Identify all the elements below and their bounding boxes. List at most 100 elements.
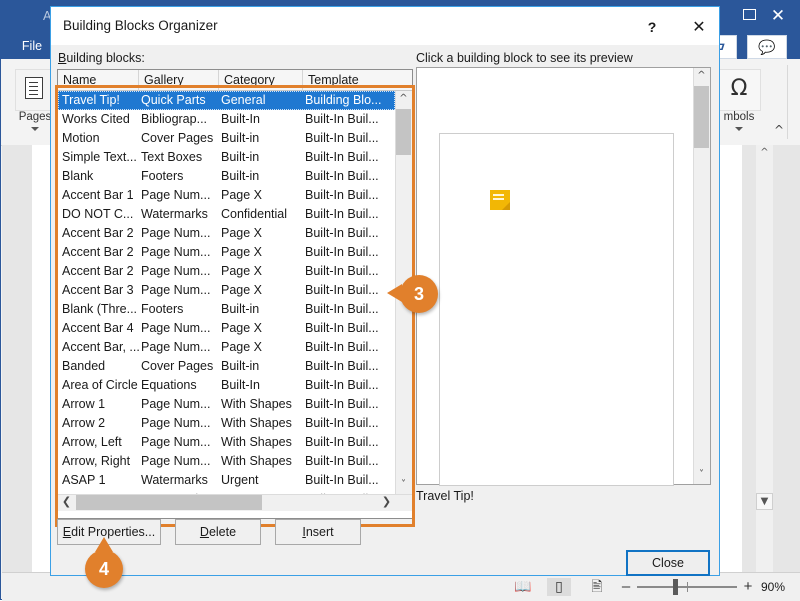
table-row[interactable]: DO NOT C... Watermarks Confidential Built-I…	[58, 205, 395, 224]
column-header-category[interactable]: Category	[219, 70, 303, 91]
zoom-in-button[interactable]: +	[741, 579, 755, 595]
table-row[interactable]: Arrow 2 Page Num... With Shapes Built-In Bu…	[58, 414, 395, 433]
table-row[interactable]: Accent Bar 2 Page Num... Page X Built-In Bu…	[58, 243, 395, 262]
read-mode-icon[interactable]: 📖	[511, 578, 535, 596]
cell-name: ASAP 1	[62, 473, 106, 487]
cell-name: Accent Bar 2	[62, 226, 134, 240]
cell-gallery: Page Num...	[141, 321, 211, 335]
preview-vscroll-thumb[interactable]	[694, 86, 709, 148]
table-row[interactable]: Motion Cover Pages Built-in Built-In Buil..…	[58, 129, 395, 148]
table-row[interactable]: Accent Bar 1 Page Num... Page X Built-In Bu…	[58, 186, 395, 205]
callout-badge-4: 4	[85, 537, 123, 588]
table-row[interactable]: Arrow 1 Page Num... With Shapes Built-In Bu…	[58, 395, 395, 414]
table-row[interactable]: Accent Bar 2 Page Num... Page X Built-In Bu…	[58, 224, 395, 243]
chevron-up-icon[interactable]: ^	[395, 91, 412, 108]
insert-label-rest: nsert	[305, 525, 334, 539]
help-icon[interactable]: ?	[640, 16, 664, 38]
chevron-up-icon[interactable]: ^	[693, 68, 710, 85]
tab-file[interactable]: File	[9, 33, 55, 59]
cell-category: Page X	[221, 321, 263, 335]
cell-category: Built-in	[221, 302, 260, 316]
zoom-slider-thumb[interactable]	[673, 579, 678, 595]
delete-label-rest: elete	[208, 525, 237, 539]
zoom-slider-midpoint	[687, 582, 688, 592]
cell-template: Built-In Buil...	[305, 131, 379, 145]
list-hscroll-thumb[interactable]	[76, 495, 262, 510]
column-header-template[interactable]: Template	[303, 70, 412, 91]
table-row[interactable]: Area of Circle Equations Built-In Built-In …	[58, 376, 395, 395]
cell-template: Built-In Buil...	[305, 378, 379, 392]
table-row[interactable]: Accent Bar 3 Page Num... Page X Built-In Bu…	[58, 281, 395, 300]
chevron-left-icon[interactable]: ❮	[58, 494, 75, 511]
cell-gallery: Cover Pages	[141, 131, 214, 145]
table-row[interactable]: Travel Tip! Quick Parts General Building Bl…	[58, 91, 395, 110]
table-row[interactable]: Accent Bar 2 Page Num... Page X Built-In Bu…	[58, 262, 395, 281]
cell-category: Page X	[221, 283, 263, 297]
restore-icon[interactable]	[743, 9, 760, 23]
callout-badge-3: 3	[387, 275, 438, 313]
building-blocks-list[interactable]: Name Gallery Category Template Travel Ti…	[57, 69, 413, 519]
print-layout-icon[interactable]: ▯	[547, 578, 571, 596]
cell-gallery: Watermarks	[141, 473, 208, 487]
cell-template: Built-In Buil...	[305, 397, 379, 411]
edit-properties-label-rest: dit Properties...	[71, 525, 156, 539]
table-row[interactable]: Simple Text... Text Boxes Built-in Built-In…	[58, 148, 395, 167]
chevron-down-icon[interactable]	[31, 127, 39, 131]
list-column-headers: Name Gallery Category Template	[58, 70, 412, 91]
insert-button[interactable]: Insert	[275, 519, 361, 545]
cell-category: Urgent	[221, 473, 259, 487]
cell-category: Built-In	[221, 378, 260, 392]
cell-category: Page X	[221, 264, 263, 278]
cell-gallery: Page Num...	[141, 397, 211, 411]
delete-button[interactable]: Delete	[175, 519, 261, 545]
chevron-down-icon[interactable]: ▼	[756, 493, 773, 510]
building-blocks-organizer-dialog: Building Blocks Organizer ? ✕ Building b…	[50, 6, 720, 576]
cell-name: Travel Tip!	[62, 93, 120, 107]
chevron-up-icon[interactable]: ^	[756, 145, 773, 161]
dialog-close-icon[interactable]: ✕	[687, 16, 711, 38]
callout-tail	[95, 537, 113, 552]
sticky-note-icon	[490, 190, 510, 210]
cell-template: Built-In Buil...	[305, 454, 379, 468]
column-header-name[interactable]: Name	[58, 70, 139, 91]
comments-button[interactable]: 💬	[747, 35, 787, 59]
table-row[interactable]: Arrow, Right Page Num... With Shapes Built-…	[58, 452, 395, 471]
table-row[interactable]: Banded Cover Pages Built-in Built-In Buil..…	[58, 357, 395, 376]
cell-gallery: Equations	[141, 378, 197, 392]
cell-category: With Shapes	[221, 454, 292, 468]
table-row[interactable]: Accent Bar, ... Page Num... Page X Built-In…	[58, 338, 395, 357]
cell-category: Built-in	[221, 359, 260, 373]
chevron-down-icon[interactable]: ˅	[693, 467, 710, 484]
building-blocks-label-rest: uilding blocks:	[66, 51, 145, 65]
cell-gallery: Bibliograp...	[141, 112, 208, 126]
chevron-down-icon[interactable]	[735, 127, 743, 131]
table-row[interactable]: ASAP 1 Watermarks Urgent Built-In Buil...	[58, 471, 395, 490]
zoom-out-button[interactable]: –	[619, 579, 633, 595]
cell-gallery: Page Num...	[141, 226, 211, 240]
cell-template: Built-In Buil...	[305, 150, 379, 164]
cell-gallery: Page Num...	[141, 188, 211, 202]
cell-template: Building Blo...	[305, 93, 382, 107]
table-row[interactable]: Accent Bar 4 Page Num... Page X Built-In Bu…	[58, 319, 395, 338]
table-row[interactable]: Blank (Thre... Footers Built-in Built-In Bu…	[58, 300, 395, 319]
table-row[interactable]: Blank Footers Built-in Built-In Buil...	[58, 167, 395, 186]
ribbon-collapse-icon[interactable]: ^	[771, 123, 787, 137]
cell-category: Built-In	[221, 112, 260, 126]
chevron-right-icon[interactable]: ❯	[378, 494, 395, 511]
column-header-gallery[interactable]: Gallery	[139, 70, 219, 91]
close-icon[interactable]: ✕	[769, 7, 787, 25]
table-row[interactable]: Arrow, Left Page Num... With Shapes Built-I…	[58, 433, 395, 452]
close-button[interactable]: Close	[626, 550, 710, 576]
cell-gallery: Text Boxes	[141, 150, 203, 164]
cell-name: DO NOT C...	[62, 207, 134, 221]
callout-number: 3	[413, 284, 424, 304]
chevron-down-icon[interactable]: ˅	[395, 477, 412, 494]
cell-name: Accent Bar 2	[62, 245, 134, 259]
zoom-level-label[interactable]: 90%	[761, 579, 797, 595]
table-row[interactable]: Works Cited Bibliograp... Built-In Built-In…	[58, 110, 395, 129]
preview-instruction-label: Click a building block to see its previe…	[416, 51, 633, 65]
cell-name: Works Cited	[62, 112, 130, 126]
web-layout-icon[interactable]: 🖹	[585, 578, 609, 596]
list-vscroll-thumb[interactable]	[396, 109, 411, 155]
cell-template: Built-In Buil...	[305, 245, 379, 259]
